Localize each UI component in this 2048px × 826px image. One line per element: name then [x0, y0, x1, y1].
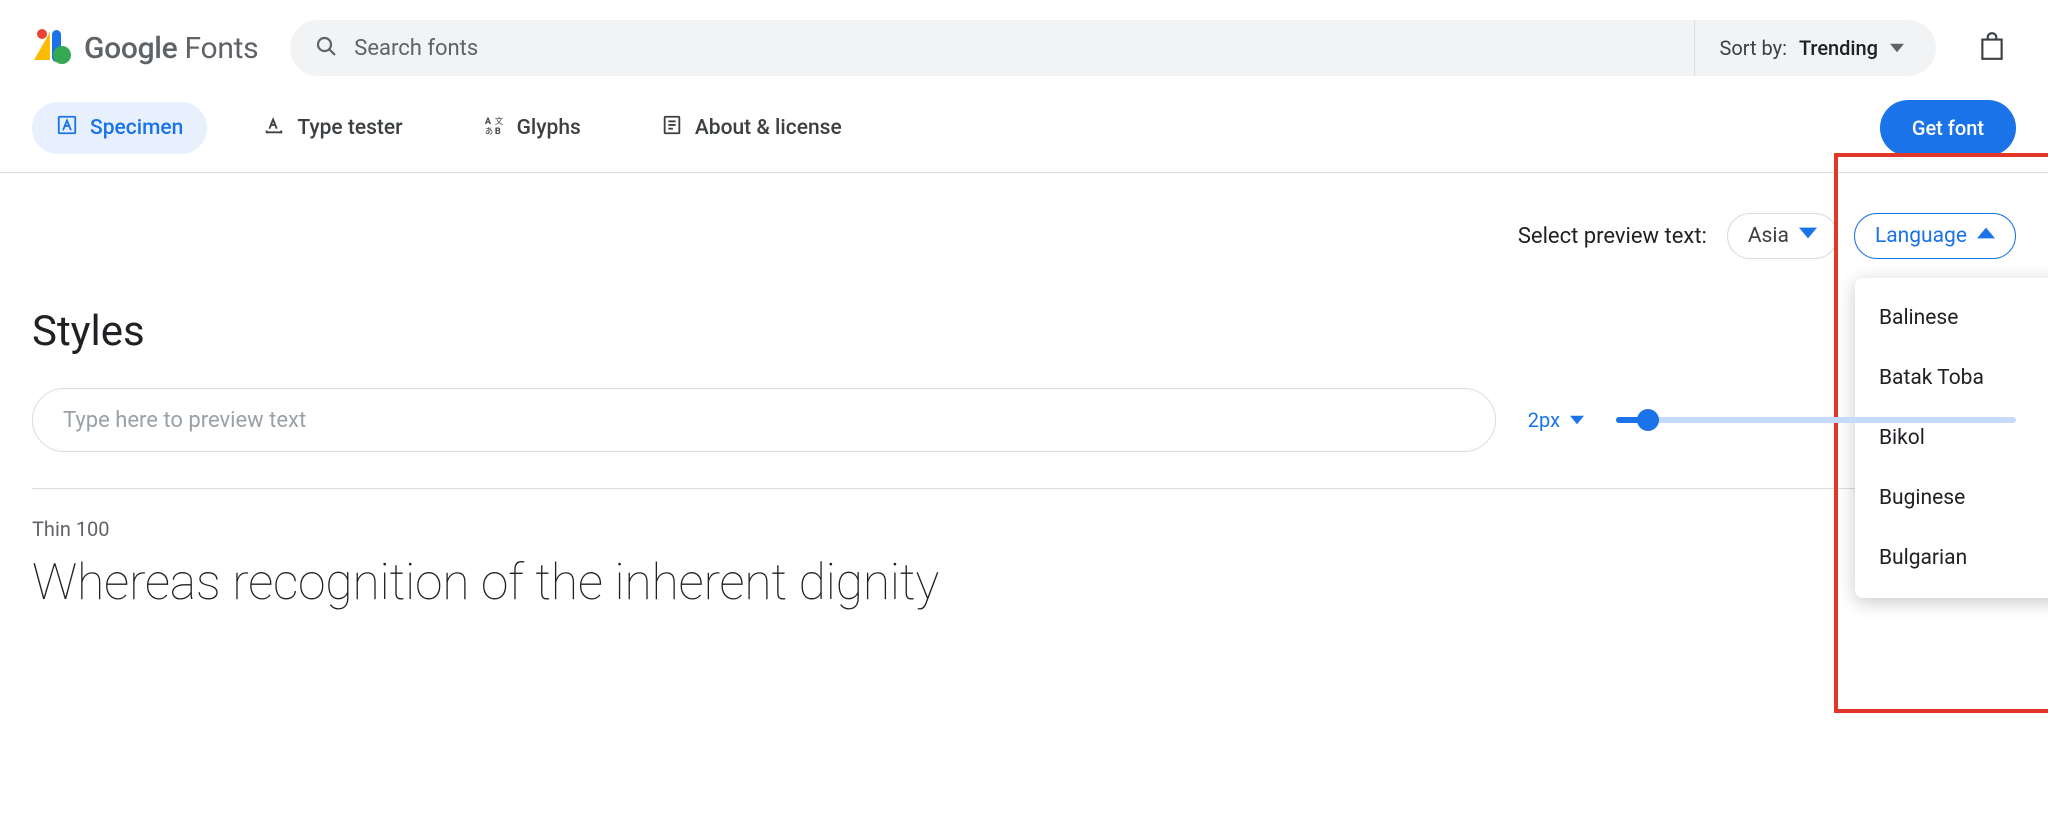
top-bar: Google Fonts Sort by: Trending: [0, 0, 2048, 100]
tab-specimen[interactable]: Specimen: [32, 102, 207, 154]
search-input[interactable]: [338, 20, 1694, 76]
styles-heading: Styles: [32, 307, 2016, 356]
tab-glyphs[interactable]: A文あB Glyphs: [459, 102, 605, 154]
language-dropdown: Balinese Batak Toba Bikol Buginese Bulga…: [1855, 278, 2048, 598]
language-chip-label: Language: [1875, 224, 1967, 248]
language-option[interactable]: Buginese: [1855, 468, 2048, 528]
sort-label: Sort by:: [1719, 36, 1786, 60]
preview-select-chips: Asia Language Balinese Batak Toba Bikol …: [1727, 213, 2016, 259]
language-option[interactable]: Batak Toba: [1855, 348, 2048, 408]
font-size-value: 2px: [1528, 408, 1560, 432]
svg-text:文: 文: [495, 116, 503, 127]
sort-value: Trending: [1799, 36, 1878, 60]
svg-text:あ: あ: [484, 127, 492, 136]
type-tester-icon: [263, 114, 285, 142]
tabs: Specimen Type tester A文あB Glyphs About &…: [32, 102, 866, 154]
brand-text: Google Fonts: [84, 31, 258, 66]
preview-text-select-row: Select preview text: Asia Language Balin…: [32, 213, 2016, 259]
select-preview-text-label: Select preview text:: [1518, 224, 1707, 249]
style-sample-text: Whereas recognition of the inherent dign…: [32, 555, 2016, 613]
tab-type-tester[interactable]: Type tester: [239, 102, 426, 154]
slider-thumb[interactable]: [1637, 409, 1659, 431]
about-icon: [661, 114, 683, 142]
shopping-bag-icon: [1979, 31, 2005, 65]
get-font-button[interactable]: Get font: [1880, 100, 2016, 156]
region-chip-label: Asia: [1748, 224, 1789, 248]
brand-word-google: Google: [84, 31, 177, 66]
glyphs-icon: A文あB: [483, 114, 505, 142]
brand-word-fonts: Fonts: [177, 31, 258, 66]
tabs-bar: Specimen Type tester A文あB Glyphs About &…: [0, 100, 2048, 173]
google-fonts-logo-icon: [32, 26, 72, 70]
specimen-icon: [56, 114, 78, 142]
font-size-selector[interactable]: 2px: [1528, 408, 1584, 432]
language-option[interactable]: Bulgarian: [1855, 528, 2048, 588]
region-chip[interactable]: Asia: [1727, 213, 1838, 259]
tab-label: About & license: [695, 116, 842, 140]
style-specimen: Thin 100 Whereas recognition of the inhe…: [32, 517, 2016, 613]
caret-down-icon: [1890, 36, 1904, 60]
language-chip[interactable]: Language Balinese Batak Toba Bikol Bugin…: [1854, 213, 2016, 259]
svg-text:A: A: [484, 117, 491, 127]
language-option[interactable]: Balinese: [1855, 288, 2048, 348]
tab-label: Specimen: [90, 116, 183, 140]
font-size-slider[interactable]: [1616, 417, 2016, 423]
preview-controls-row: 2px: [32, 388, 2016, 452]
preview-text-box[interactable]: [32, 388, 1496, 452]
preview-text-input[interactable]: [61, 407, 1467, 434]
caret-down-icon: [1799, 224, 1817, 248]
caret-down-icon: [1570, 408, 1584, 432]
main-content: Select preview text: Asia Language Balin…: [0, 173, 2048, 613]
search-icon: [314, 34, 338, 62]
divider: [32, 488, 2016, 489]
tab-about-license[interactable]: About & license: [637, 102, 866, 154]
tab-label: Glyphs: [517, 116, 581, 140]
style-weight-label: Thin 100: [32, 517, 2016, 541]
caret-up-icon: [1977, 224, 1995, 248]
search-bar[interactable]: Sort by: Trending: [290, 20, 1936, 76]
google-fonts-brand[interactable]: Google Fonts: [32, 26, 258, 70]
shopping-bag-button[interactable]: [1968, 24, 2016, 72]
tab-label: Type tester: [297, 116, 402, 140]
sort-dropdown[interactable]: Sort by: Trending: [1694, 20, 1928, 76]
svg-text:B: B: [495, 127, 501, 136]
